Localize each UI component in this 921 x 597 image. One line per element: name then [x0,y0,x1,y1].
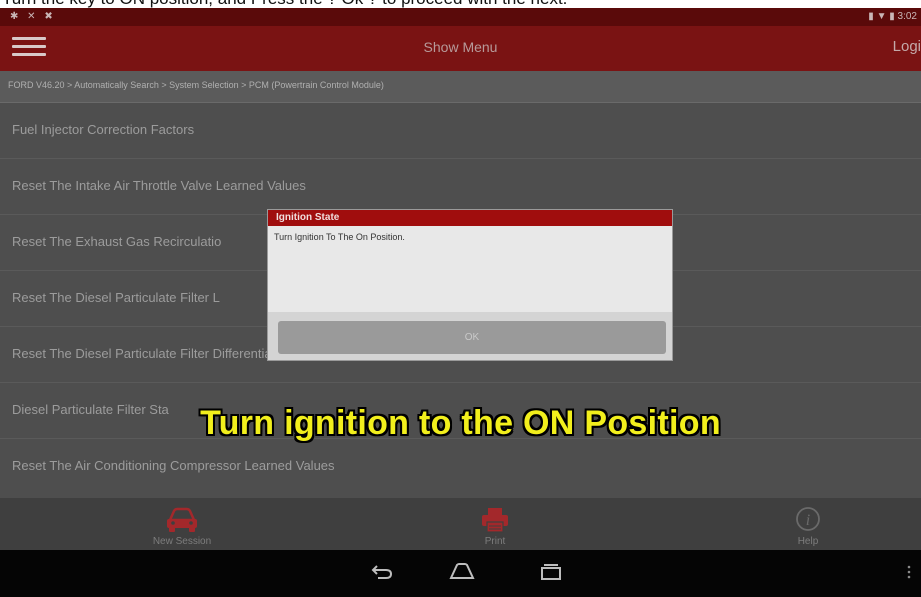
dialog-body: Turn Ignition To The On Position. [268,226,672,312]
printer-icon [480,506,510,539]
breadcrumb-text: FORD V46.20 > Automatically Search > Sys… [8,80,384,90]
list-item-label: Fuel Injector Correction Factors [12,122,195,137]
android-nav-bar [0,550,921,597]
list-item-label: Reset The Intake Air Throttle Valve Lear… [12,178,306,193]
recent-apps-icon[interactable] [540,562,562,585]
app-bar: Show Menu Logi [0,26,921,71]
list-item-label: Reset The Exhaust Gas Recirculatio [12,234,222,249]
video-caption-text: Turn the key to ON position, and Press t… [2,0,567,8]
show-menu-title[interactable]: Show Menu [0,39,921,55]
overflow-menu-icon[interactable] [906,564,912,585]
list-item-label: Reset The Diesel Particulate Filter L [12,290,220,305]
help-button[interactable]: i Help [738,498,878,550]
bottom-toolbar: New Session Print i Help [0,498,921,550]
ok-button[interactable]: OK [278,321,666,354]
list-item[interactable]: Reset The Air Conditioning Compressor Le… [0,439,921,498]
status-icons-left: ✱ ✕ ✖ [10,11,56,22]
ok-button-label: OK [464,332,480,343]
dialog-message: Turn Ignition To The On Position. [274,232,405,242]
list-item-label: Reset The Air Conditioning Compressor Le… [12,458,335,473]
login-button[interactable]: Logi [893,38,921,55]
list-item[interactable]: Reset The Intake Air Throttle Valve Lear… [0,159,921,215]
dialog-header: Ignition State [268,210,672,226]
new-session-button[interactable]: New Session [112,498,252,550]
dialog-title: Ignition State [276,212,340,223]
back-icon[interactable] [370,562,394,585]
list-item[interactable]: Fuel Injector Correction Factors [0,103,921,159]
svg-text:i: i [806,512,810,529]
car-icon [164,506,200,539]
video-caption: Turn the key to ON position, and Press t… [0,0,921,8]
info-icon: i [794,506,822,539]
subtitle-overlay: Turn ignition to the ON Position [200,404,721,442]
status-bar: ✱ ✕ ✖ ▮ ▼ ▮ 3:02 [0,8,921,26]
help-label: Help [797,536,819,547]
tablet-screen: ✱ ✕ ✖ ▮ ▼ ▮ 3:02 Show Menu Logi FORD V46… [0,8,921,597]
print-button[interactable]: Print [425,498,565,550]
new-session-label: New Session [152,536,212,547]
status-icons-right: ▮ ▼ ▮ 3:02 [868,11,917,22]
breadcrumb: FORD V46.20 > Automatically Search > Sys… [0,71,921,103]
ignition-state-dialog: Ignition State Turn Ignition To The On P… [267,209,673,361]
print-label: Print [484,536,506,547]
home-icon[interactable] [449,562,475,585]
